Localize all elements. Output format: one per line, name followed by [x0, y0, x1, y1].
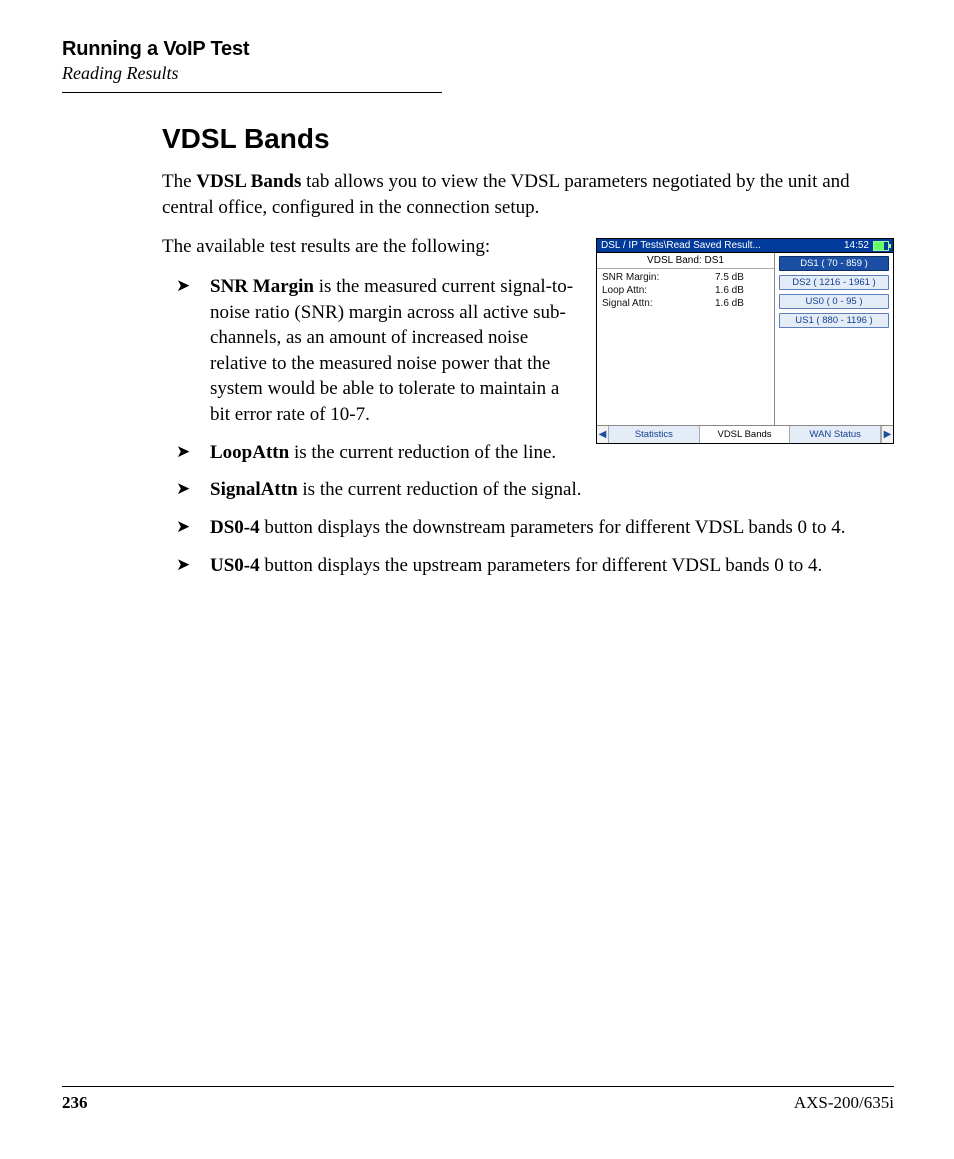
- bullet-snr: SNR Margin is the measured current signa…: [162, 274, 894, 428]
- band-button-ds1[interactable]: DS1 ( 70 - 859 ): [779, 256, 889, 271]
- page-footer: 236 AXS-200/635i: [62, 1086, 894, 1113]
- bullet-signal: SignalAttn is the current reduction of t…: [162, 477, 894, 503]
- intro-paragraph: The VDSL Bands tab allows you to view th…: [162, 169, 894, 220]
- device-band-title: VDSL Band: DS1: [597, 253, 774, 269]
- available-intro: The available test results are the follo…: [162, 234, 574, 260]
- bullet-ds-text: button displays the downstream parameter…: [260, 517, 846, 538]
- bullet-ds: DS0-4 button displays the downstream par…: [162, 515, 894, 541]
- bullet-snr-text: is the measured current signal-to-noise …: [210, 276, 573, 425]
- bullet-us-text: button displays the upstream parameters …: [260, 555, 823, 576]
- running-subhead: Reading Results: [62, 63, 894, 84]
- bullet-snr-bold: SNR Margin: [210, 276, 314, 297]
- bullet-list: SNR Margin is the measured current signa…: [162, 274, 894, 578]
- device-clock: 14:52: [844, 240, 869, 251]
- device-titlebar: DSL / IP Tests\Read Saved Result... 14:5…: [597, 239, 893, 253]
- bullet-loop-bold: LoopAttn: [210, 442, 289, 463]
- running-head: Running a VoIP Test: [62, 38, 894, 61]
- footer-row: 236 AXS-200/635i: [62, 1093, 894, 1113]
- bullet-loop: LoopAttn is the current reduction of the…: [162, 440, 894, 466]
- intro-bold: VDSL Bands: [196, 171, 301, 192]
- section-title: VDSL Bands: [162, 123, 894, 155]
- bullet-us-bold: US0-4: [210, 555, 260, 576]
- header-rule: [62, 92, 442, 93]
- page-header: Running a VoIP Test Reading Results: [62, 38, 894, 93]
- bullet-signal-bold: SignalAttn: [210, 479, 298, 500]
- footer-model: AXS-200/635i: [794, 1093, 894, 1113]
- page-number: 236: [62, 1093, 88, 1113]
- bullet-signal-text: is the current reduction of the signal.: [298, 479, 582, 500]
- bullet-us: US0-4 button displays the upstream param…: [162, 553, 894, 579]
- battery-icon: [873, 241, 889, 251]
- bullet-loop-text: is the current reduction of the line.: [289, 442, 556, 463]
- device-status-area: 14:52: [844, 240, 889, 251]
- content-area: VDSL Bands The VDSL Bands tab allows you…: [162, 123, 894, 578]
- device-title-path: DSL / IP Tests\Read Saved Result...: [601, 240, 761, 251]
- footer-rule: [62, 1086, 894, 1087]
- bullet-ds-bold: DS0-4: [210, 517, 260, 538]
- intro-pre: The: [162, 171, 196, 192]
